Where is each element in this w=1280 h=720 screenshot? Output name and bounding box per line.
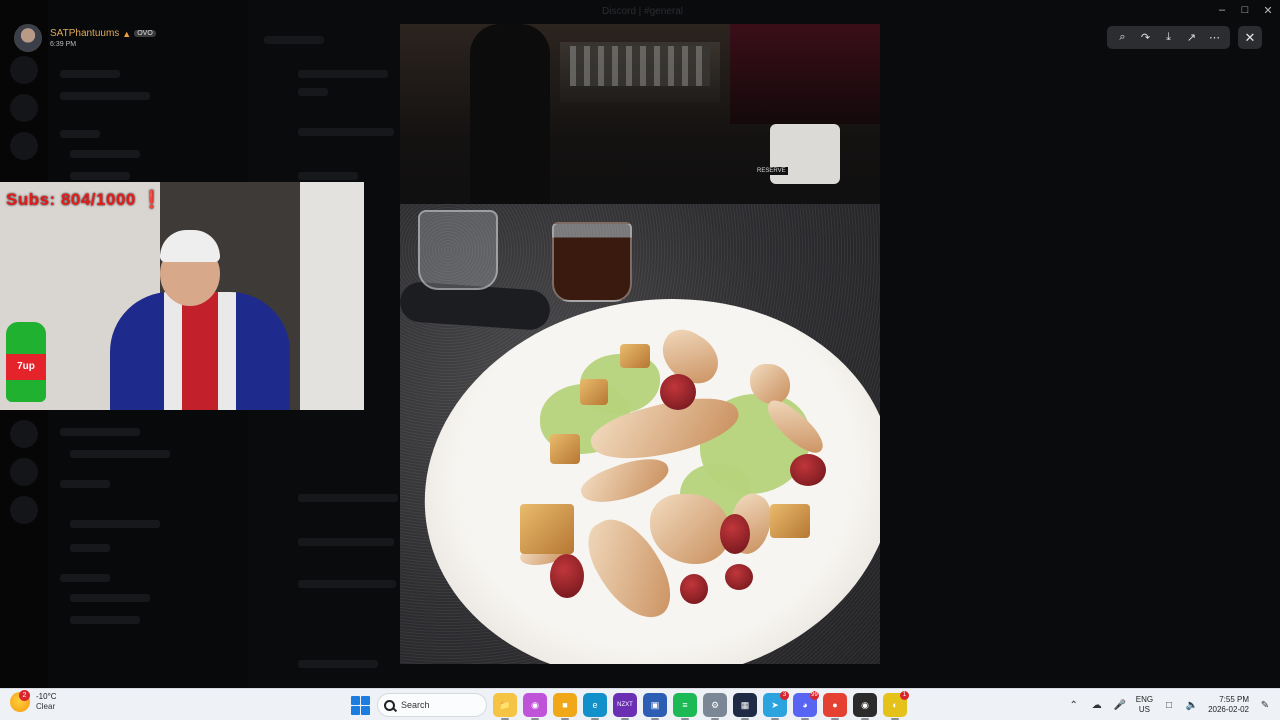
bartender [470,24,550,214]
nzxt-glyph: NZXT [617,702,633,708]
file-explorer-glyph: 📁 [499,699,511,710]
file-explorer-icon[interactable]: 📁 [493,693,517,720]
clock[interactable]: 7:55 PM 2026-02-02 [1208,695,1249,715]
app-yellow-icon[interactable]: ◐ 1 [883,691,909,720]
notification-icon[interactable]: ✎ [1258,698,1272,712]
download-icon[interactable]: ⤓ [1160,29,1178,47]
settings-icon[interactable]: ⚙ [703,693,727,720]
discord-icon[interactable]: ◕ 99 [793,691,819,720]
region-code: US [1138,705,1150,714]
more-icon[interactable]: ⋯ [1206,29,1224,47]
app-blue-icon[interactable]: ▣ [643,693,667,720]
uploader-avatar[interactable] [14,24,42,52]
clock-date: 2026-02-02 [1208,705,1249,714]
folder-icon[interactable]: ■ [553,693,577,720]
soda-label: 7up [6,354,46,380]
spotify-glyph: ≡ [682,700,688,710]
settings-glyph: ⚙ [710,699,720,710]
window-close-button[interactable]: ✕ [1258,4,1278,17]
search-placeholder: Search [401,700,430,710]
weather-temp: -10°C [36,692,57,701]
weather-widget[interactable]: 2 -10°C Clear [10,690,57,712]
chevron-up-icon[interactable]: ⌃ [1067,698,1081,712]
subs-counter: Subs: 804/1000 ❗ [6,190,163,209]
discord-glyph: ◕ [802,700,808,710]
window-title: Discord | #general [602,6,683,17]
obs-icon[interactable]: ◉ [853,693,877,720]
uploader-name-row: SATPhantuums ▲ OVO [50,28,156,39]
clock-time: 7:55 PM [1219,695,1249,704]
viewer-image[interactable]: RESERVE [400,24,880,664]
folder-glyph: ■ [562,700,568,710]
taskbar-apps: Search 📁 ◉ ■ e NZXT ▣ ≡ ⚙ ▦ ➤ 3 ◕ 99 ● ◉ ◐ 1 [349,691,909,720]
spotify-icon[interactable]: ≡ [673,693,697,720]
obs-glyph: ◉ [861,699,869,710]
webcam-overlay: 7up Subs: 804/1000 ❗ [0,182,364,410]
viewer-close-button[interactable]: ✕ [1238,26,1262,49]
app-dark-glyph: ▦ [740,699,750,710]
microphone-icon[interactable]: 🎤 [1113,698,1127,712]
search-icon [384,699,395,711]
windows-taskbar: 2 -10°C Clear Search 📁 ◉ ■ e NZXT ▣ ≡ ⚙ ▦ ➤ 3 ◕ 99 ● ◉… [0,688,1280,720]
open-external-icon[interactable]: ↗ [1183,29,1201,47]
windows-logo-icon [350,695,360,705]
zoom-icon[interactable]: ⌕ [1114,29,1132,47]
streamer-jacket [110,292,290,410]
flame-icon: ▲ [122,28,132,39]
start-button[interactable] [349,694,371,716]
viewer-toolbar: ⌕ ↷ ⤓ ↗ ⋯ [1107,26,1230,49]
upload-time: 6:39 PM [50,41,77,48]
uploader-name[interactable]: SATPhantuums [50,28,119,39]
minimize-button[interactable]: – [1212,4,1232,16]
nzxt-icon[interactable]: NZXT [613,693,637,720]
copilot-icon[interactable]: ◉ [523,693,547,720]
uploader-info: SATPhantuums ▲ OVO 6:39 PM [14,24,156,52]
system-tray: ⌃ ☁ 🎤 ENG US □ 🔈 7:55 PM 2026-02-02 ✎ [1067,692,1272,718]
language-indicator[interactable]: ENG US [1136,695,1153,715]
maximize-button[interactable]: □ [1235,4,1255,16]
notification-badge: 99 [810,691,819,700]
cloud-off-icon[interactable]: ☁ [1090,698,1104,712]
edge-glyph: e [592,700,598,710]
streamer-beanie [160,230,220,262]
volume-icon[interactable]: 🔈 [1185,698,1199,712]
chrome-icon[interactable]: ● [823,693,847,720]
edge-icon[interactable]: e [583,693,607,720]
weather-badge: 2 [19,690,30,701]
uploader-badge: OVO [134,30,156,37]
chrome-glyph: ● [832,700,838,710]
telegram-icon[interactable]: ➤ 3 [763,691,789,720]
sun-icon: 2 [10,690,30,712]
forward-icon[interactable]: ↷ [1137,29,1155,47]
weather-condition: Clear [36,702,56,711]
close-icon: ✕ [1244,29,1256,45]
app-yellow-glyph: ◐ [892,700,898,710]
reserve-sign: RESERVE [755,167,788,175]
network-icon[interactable]: □ [1162,698,1176,712]
language-code: ENG [1135,695,1154,704]
copilot-glyph: ◉ [531,699,539,710]
empty-glass [418,210,498,290]
appliance [770,124,840,184]
cola-glass [552,222,632,302]
notification-badge: 3 [780,691,789,700]
notification-badge: 1 [900,691,909,700]
app-blue-glyph: ▣ [650,699,660,710]
taskbar-search[interactable]: Search [377,693,487,717]
telegram-glyph: ➤ [771,699,779,710]
caesar-salad [518,322,850,632]
app-dark-icon[interactable]: ▦ [733,693,757,720]
